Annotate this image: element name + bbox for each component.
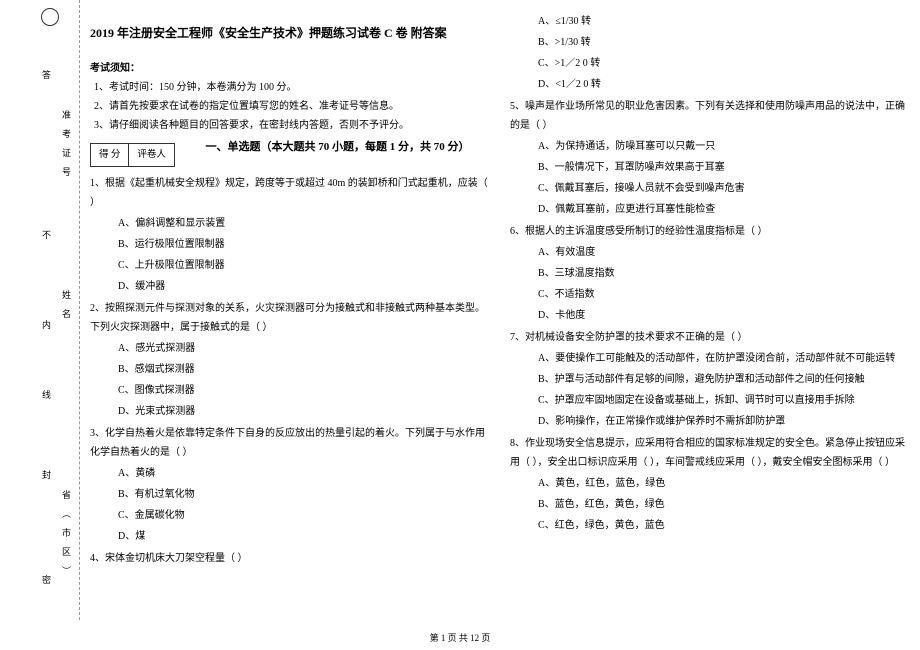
binding-circle — [41, 8, 59, 26]
q6-opt-d: D、卡他度 — [510, 306, 910, 325]
q1-opt-d: D、缓冲器 — [90, 277, 490, 296]
notice-item-3: 3、请仔细阅读各种题目的回答要求，在密封线内答题，否则不予评分。 — [90, 116, 490, 135]
q1-stem: 1、根据《起重机械安全规程》规定，跨度等于或超过 40m 的装卸桥和门式起重机，… — [90, 174, 490, 212]
section-title: 一、单选题（本大题共 70 小题，每题 1 分，共 70 分） — [185, 137, 490, 158]
q7-opt-c: C、护罩应牢固地固定在设备或基础上，拆卸、调节时可以直接用手拆除 — [510, 391, 910, 410]
q3-opt-a: A、黄磷 — [90, 464, 490, 483]
content-area: 2019 年注册安全工程师《安全生产技术》押题练习试卷 C 卷 附答案 考试须知… — [90, 10, 910, 620]
label-no: 不 — [40, 230, 53, 247]
q4-opt-c: C、>1／2 0 转 — [510, 54, 910, 73]
q1-opt-a: A、偏斜调整和显示装置 — [90, 214, 490, 233]
paper-title: 2019 年注册安全工程师《安全生产技术》押题练习试卷 C 卷 附答案 — [90, 22, 490, 45]
q1-opt-c: C、上升极限位置限制器 — [90, 256, 490, 275]
q8-opt-a: A、黄色，红色，蓝色，绿色 — [510, 474, 910, 493]
q6-opt-c: C、不适指数 — [510, 285, 910, 304]
grader-label: 评卷人 — [129, 144, 174, 166]
q4-opt-b: B、>1/30 转 — [510, 33, 910, 52]
q3-stem: 3、化学自热着火是依靠特定条件下自身的反应放出的热量引起的着火。下列属于与水作用… — [90, 424, 490, 462]
label-inner: 内 — [40, 320, 53, 337]
label-province: 省（市区） — [60, 490, 73, 585]
score-box: 得 分 评卷人 — [90, 143, 175, 167]
q7-opt-b: B、护罩与活动部件有足够的间隙，避免防护罩和活动部件之间的任何接触 — [510, 370, 910, 389]
q4-stem: 4、宋体金切机床大刀架空程量（ ） — [90, 549, 490, 568]
q6-stem: 6、根据人的主诉温度感受所制订的经验性温度指标是（ ） — [510, 222, 910, 241]
page-footer: 第 1 页 共 12 页 — [0, 631, 920, 644]
q7-opt-d: D、影响操作，在正常操作或维护保养时不需拆卸防护罩 — [510, 412, 910, 431]
q6-opt-a: A、有效温度 — [510, 243, 910, 262]
q5-opt-c: C、佩戴耳塞后，接噪人员就不会受到噪声危害 — [510, 179, 910, 198]
column-left: 2019 年注册安全工程师《安全生产技术》押题练习试卷 C 卷 附答案 考试须知… — [90, 10, 490, 620]
notice-item-2: 2、请首先按要求在试卷的指定位置填写您的姓名、准考证号等信息。 — [90, 97, 490, 116]
label-answer: 答 — [40, 70, 53, 87]
q2-opt-b: B、感烟式探测器 — [90, 360, 490, 379]
q3-opt-b: B、有机过氧化物 — [90, 485, 490, 504]
score-label: 得 分 — [91, 144, 129, 166]
q2-stem: 2、按照探测元件与探测对象的关系，火灾探测器可分为接触式和非接触式两种基本类型。… — [90, 299, 490, 337]
notice-item-1: 1、考试时间：150 分钟，本卷满分为 100 分。 — [90, 78, 490, 97]
q4-opt-a: A、≤1/30 转 — [510, 12, 910, 31]
q8-opt-c: C、红色，绿色，黄色，蓝色 — [510, 516, 910, 535]
q4-opt-d: D、<1／2 0 转 — [510, 75, 910, 94]
q2-opt-d: D、光束式探测器 — [90, 402, 490, 421]
label-ticket: 准考证号 — [60, 110, 73, 186]
q3-opt-c: C、金属碳化物 — [90, 506, 490, 525]
q2-opt-c: C、图像式探测器 — [90, 381, 490, 400]
q2-opt-a: A、感光式探测器 — [90, 339, 490, 358]
column-right: A、≤1/30 转 B、>1/30 转 C、>1／2 0 转 D、<1／2 0 … — [510, 10, 910, 620]
q5-opt-b: B、一般情况下，耳罩防噪声效果高于耳塞 — [510, 158, 910, 177]
q7-stem: 7、对机械设备安全防护罩的技术要求不正确的是（ ） — [510, 328, 910, 347]
q7-opt-a: A、要使操作工可能触及的活动部件，在防护罩没闭合前，活动部件就不可能运转 — [510, 349, 910, 368]
q5-stem: 5、噪声是作业场所常见的职业危害因素。下列有关选择和使用防噪声用品的说法中，正确… — [510, 97, 910, 135]
q8-opt-b: B、蓝色，红色，黄色，绿色 — [510, 495, 910, 514]
label-name: 姓名 — [60, 290, 73, 328]
q1-opt-b: B、运行极限位置限制器 — [90, 235, 490, 254]
section-header-row: 得 分 评卷人 一、单选题（本大题共 70 小题，每题 1 分，共 70 分） — [90, 135, 490, 171]
binding-margin: 答 准考证号 不 姓名 内 线 封 省（市区） 密 — [0, 0, 80, 620]
q5-opt-d: D、佩戴耳塞前，应更进行耳塞性能检查 — [510, 200, 910, 219]
q3-opt-d: D、煤 — [90, 527, 490, 546]
label-seal: 封 — [40, 470, 53, 487]
label-line: 线 — [40, 390, 53, 407]
q5-opt-a: A、为保持通话，防噪耳塞可以只戴一只 — [510, 137, 910, 156]
notice-heading: 考试须知： — [90, 59, 490, 78]
label-secret: 密 — [40, 575, 53, 592]
q8-stem: 8、作业现场安全信息提示，应采用符合相应的国家标准规定的安全色。紧急停止按钮应采… — [510, 434, 910, 472]
q6-opt-b: B、三球温度指数 — [510, 264, 910, 283]
